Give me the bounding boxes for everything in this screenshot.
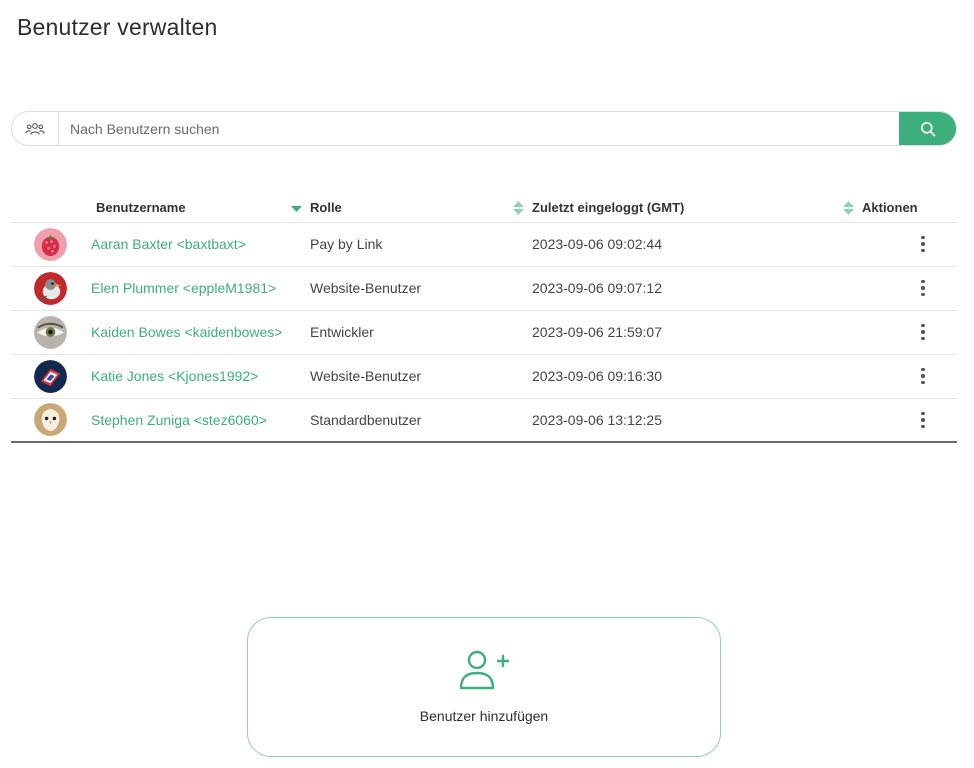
last-login-cell: 2023-09-06 09:16:30 — [532, 354, 862, 399]
role-cell: Entwickler — [310, 310, 532, 355]
avatar-cell — [11, 266, 91, 311]
table-row[interactable]: Elen Plummer <eppleM1981> Website-Benutz… — [11, 266, 957, 311]
more-actions-icon[interactable] — [913, 408, 933, 433]
actions-cell — [862, 310, 957, 355]
avatar-cell — [11, 222, 91, 267]
role-cell: Pay by Link — [310, 222, 532, 267]
actions-cell — [862, 398, 957, 443]
page-title: Benutzer verwalten — [17, 14, 218, 40]
actions-cell — [862, 222, 957, 267]
table-row[interactable]: Katie Jones <Kjones1992> Website-Benutze… — [11, 354, 957, 399]
avatar-cell — [11, 310, 91, 355]
last-login-cell: 2023-09-06 09:07:12 — [532, 266, 862, 311]
column-header-label: Benutzername — [96, 200, 186, 216]
column-header-label: Aktionen — [862, 200, 918, 216]
search-bar — [11, 111, 957, 146]
more-actions-icon[interactable] — [913, 320, 933, 345]
users-table: Benutzername Rolle Zuletzt eingeloggt (G… — [11, 194, 957, 443]
add-user-icon — [459, 650, 510, 690]
eye-avatar — [34, 315, 67, 349]
actions-cell — [862, 354, 957, 399]
users-group-icon — [12, 112, 59, 145]
role-cell: Website-Benutzer — [310, 266, 532, 311]
more-actions-icon[interactable] — [913, 232, 933, 257]
column-header-label: Zuletzt eingeloggt (GMT) — [532, 200, 685, 216]
more-actions-icon[interactable] — [913, 276, 933, 301]
raspberry-avatar — [34, 227, 67, 261]
avatar-column-header — [11, 194, 91, 223]
avatar-cell — [11, 354, 91, 399]
username-link[interactable]: Kaiden Bowes <kaidenbowes> — [91, 310, 310, 355]
flag-avatar — [34, 359, 67, 393]
last-login-cell: 2023-09-06 21:59:07 — [532, 310, 862, 355]
column-header-username[interactable]: Benutzername — [91, 194, 310, 223]
column-header-label: Rolle — [310, 200, 342, 216]
column-header-actions: Aktionen — [862, 194, 957, 223]
last-login-cell: 2023-09-06 09:02:44 — [532, 222, 862, 267]
username-link[interactable]: Aaran Baxter <baxtbaxt> — [91, 222, 310, 267]
search-input[interactable] — [59, 112, 899, 145]
search-button[interactable] — [899, 112, 956, 145]
table-row[interactable]: Kaiden Bowes <kaidenbowes> Entwickler 20… — [11, 310, 957, 355]
last-login-cell: 2023-09-06 13:12:25 — [532, 398, 862, 443]
more-actions-icon[interactable] — [913, 364, 933, 389]
username-link[interactable]: Stephen Zuniga <stez6060> — [91, 398, 310, 443]
username-link[interactable]: Katie Jones <Kjones1992> — [91, 354, 310, 399]
table-header-row: Benutzername Rolle Zuletzt eingeloggt (G… — [11, 194, 957, 223]
column-header-role[interactable]: Rolle — [310, 194, 532, 223]
column-header-last-login[interactable]: Zuletzt eingeloggt (GMT) — [532, 194, 862, 223]
table-row[interactable]: Aaran Baxter <baxtbaxt> Pay by Link 2023… — [11, 222, 957, 267]
owl-avatar — [34, 403, 67, 437]
add-user-button[interactable]: Benutzer hinzufügen — [247, 617, 721, 757]
sort-icon[interactable] — [843, 200, 854, 216]
table-row[interactable]: Stephen Zuniga <stez6060> Standardbenutz… — [11, 398, 957, 443]
search-icon — [920, 121, 935, 136]
actions-cell — [862, 266, 957, 311]
sort-icon[interactable] — [513, 200, 524, 216]
role-cell: Website-Benutzer — [310, 354, 532, 399]
role-cell: Standardbenutzer — [310, 398, 532, 443]
sort-descending-icon[interactable] — [291, 203, 302, 213]
bird-avatar — [34, 271, 67, 305]
add-user-label: Benutzer hinzufügen — [419, 708, 549, 724]
avatar-cell — [11, 398, 91, 443]
username-link[interactable]: Elen Plummer <eppleM1981> — [91, 266, 310, 311]
